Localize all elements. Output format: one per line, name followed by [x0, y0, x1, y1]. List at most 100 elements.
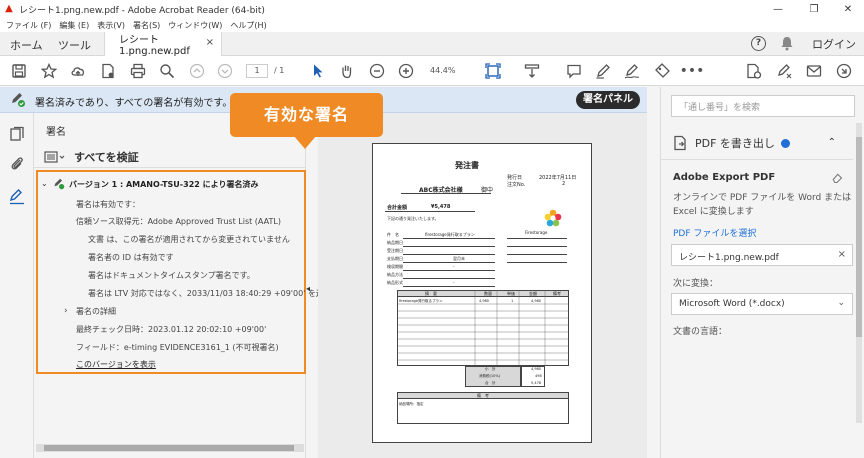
collapse-chevron-icon[interactable]: ⌃ [828, 137, 836, 148]
tab-close-icon[interactable]: × [206, 37, 214, 48]
signature-panel-button[interactable]: 署名パネル [576, 91, 640, 109]
fit-page-icon[interactable] [484, 62, 502, 80]
minimize-button[interactable]: — [764, 0, 792, 18]
close-window-button[interactable]: ✕ [834, 0, 862, 18]
menu-file[interactable]: ファイル (F) [6, 20, 51, 31]
page-down-icon[interactable] [216, 62, 234, 80]
acrobat-window: ▲ レシート1.png.new.pdf - Adobe Acrobat Read… [0, 0, 864, 458]
eraser-icon[interactable] [831, 172, 843, 184]
login-button[interactable]: ログイン [812, 36, 856, 52]
options-menu-icon[interactable] [44, 151, 66, 163]
subtotal-label: 小 計 [485, 367, 496, 371]
ltv-status-line: 署名は LTV 対応ではなく、2033/11/03 18:40:29 +09'0… [88, 289, 356, 298]
signature-details-toggle[interactable]: 署名の詳細 [76, 306, 116, 317]
remove-file-icon[interactable]: × [838, 249, 846, 260]
field-payment: 支払期日 [387, 256, 403, 261]
acrobat-logo-icon: ▲ [5, 3, 13, 14]
sum-label: 合 計 [485, 381, 496, 385]
more-tools-icon[interactable]: ••• [680, 62, 705, 80]
items-table-gridlines [397, 290, 569, 366]
page-up-icon[interactable] [188, 62, 206, 80]
draw-sign-icon[interactable] [623, 62, 641, 80]
company-underline [401, 193, 491, 194]
export-pdf-section-toggle[interactable]: PDF を書き出し [673, 135, 790, 151]
scrollbar-thumb[interactable] [44, 445, 294, 451]
save-icon[interactable] [10, 62, 28, 80]
convert-label: 次に変換： [673, 279, 719, 289]
page-thumbnails-icon[interactable] [9, 126, 25, 142]
zoom-level[interactable]: 44.4% [430, 66, 455, 75]
file-upload-icon[interactable] [99, 62, 117, 80]
field-line [403, 238, 495, 239]
bookmark-star-icon[interactable] [40, 62, 58, 80]
field-inspection: 検収期間 [387, 264, 403, 269]
menu-window[interactable]: ウィンドウ(W) [168, 20, 222, 31]
convert-format-select[interactable]: Microsoft Word (*.docx) ⌄ [671, 293, 853, 315]
fill-sign-icon[interactable] [775, 62, 793, 80]
stamp-icon[interactable] [653, 62, 671, 80]
signature-panel-icon[interactable] [9, 189, 25, 205]
field-method: 納品方法 [387, 272, 403, 277]
remarks-value: 納品場所：指定 [399, 402, 424, 406]
menu-help[interactable]: ヘルプ(H) [230, 20, 266, 31]
doc-total-value: ¥5,478 [431, 204, 451, 210]
doc-brand: Firestorage [525, 230, 548, 235]
page-number-input[interactable]: 1 [246, 64, 268, 78]
menu-sign[interactable]: 署名(S) [133, 20, 160, 31]
document-viewer[interactable]: 発注書 発行日 2022年7月11日 注文No. 2 ABC株式会社様 御中 合… [318, 113, 647, 458]
scroll-mode-icon[interactable] [523, 62, 541, 80]
collapse-panel-arrow-icon[interactable]: ◂ [306, 284, 310, 293]
field-delivery: 納品期日 [387, 240, 403, 245]
field-line [507, 262, 567, 263]
doc-order-no: 2 [562, 181, 566, 187]
attachment-icon[interactable] [9, 156, 25, 172]
zoom-in-icon[interactable] [397, 62, 415, 80]
signature-panel-title: 署名 [46, 127, 66, 138]
zoom-out-icon[interactable] [368, 62, 386, 80]
export-description: オンラインで PDF ファイルを Word または Excel に変換します [673, 193, 852, 217]
tab-home[interactable]: ホーム [10, 37, 43, 53]
tab-tools[interactable]: ツール [58, 37, 91, 53]
cloud-upload-icon[interactable] [69, 62, 87, 80]
hand-tool-icon[interactable] [338, 62, 356, 80]
doc-note: 下記の通り発注いたします。 [387, 216, 439, 221]
selected-file-field[interactable]: レシート1.png.new.pdf × [671, 244, 853, 266]
verify-all-button[interactable]: すべてを検証 [44, 149, 139, 165]
doc-total-label: 合計金額 [387, 205, 408, 211]
select-cursor-icon[interactable] [309, 62, 327, 80]
verify-all-label: すべてを検証 [74, 151, 139, 164]
field-line [403, 270, 495, 271]
doc-order-label: 注文No. [507, 182, 526, 188]
email-icon[interactable] [805, 62, 823, 80]
trust-source-line: 信頼ソース取得元：Adobe Approved Trust List (AATL… [76, 217, 281, 226]
details-chevron-icon[interactable]: › [64, 306, 68, 316]
field-line [507, 246, 567, 247]
show-version-link[interactable]: このバージョンを表示 [76, 359, 156, 370]
search-input[interactable]: 「通し番号」を検索 [671, 95, 855, 117]
comment-icon[interactable] [565, 62, 583, 80]
expand-version-chevron-icon[interactable]: ⌄ [41, 179, 48, 188]
menu-edit[interactable]: 編集 (E) [59, 20, 89, 31]
right-scrollbar-thumb[interactable] [856, 137, 862, 337]
doc-issue-label: 発行日 [507, 175, 523, 181]
tools-side-panel: 「通し番号」を検索 PDF を書き出し ⌃ Adobe Export PDF オ… [660, 87, 864, 458]
select-pdf-link[interactable]: PDF ファイルを選択 [673, 226, 756, 239]
restore-button[interactable]: ❐ [800, 0, 828, 18]
tab-document[interactable]: レシート1.png.new.pdf × [104, 32, 222, 57]
highlight-pen-icon[interactable] [594, 62, 612, 80]
tab-bar: ホーム ツール レシート1.png.new.pdf × ? ログイン [0, 32, 864, 57]
share-icon[interactable] [835, 62, 853, 80]
signature-version-header[interactable]: バージョン 1 : AMANO-TSU-322 により署名済み [69, 179, 258, 190]
right-panel-scrollbar[interactable] [856, 123, 862, 423]
search-zoom-icon[interactable] [158, 62, 176, 80]
edit-pdf-icon[interactable] [745, 62, 763, 80]
field-line [403, 254, 495, 255]
field-line [507, 254, 567, 255]
print-icon[interactable] [129, 62, 147, 80]
menu-view[interactable]: 表示(V) [97, 20, 125, 31]
panel-horizontal-scrollbar[interactable] [36, 444, 304, 452]
notification-bell-icon[interactable] [780, 36, 794, 54]
selected-file-name: レシート1.png.new.pdf [679, 253, 779, 263]
help-button[interactable]: ? [751, 36, 766, 51]
callout-pointer [294, 136, 316, 149]
